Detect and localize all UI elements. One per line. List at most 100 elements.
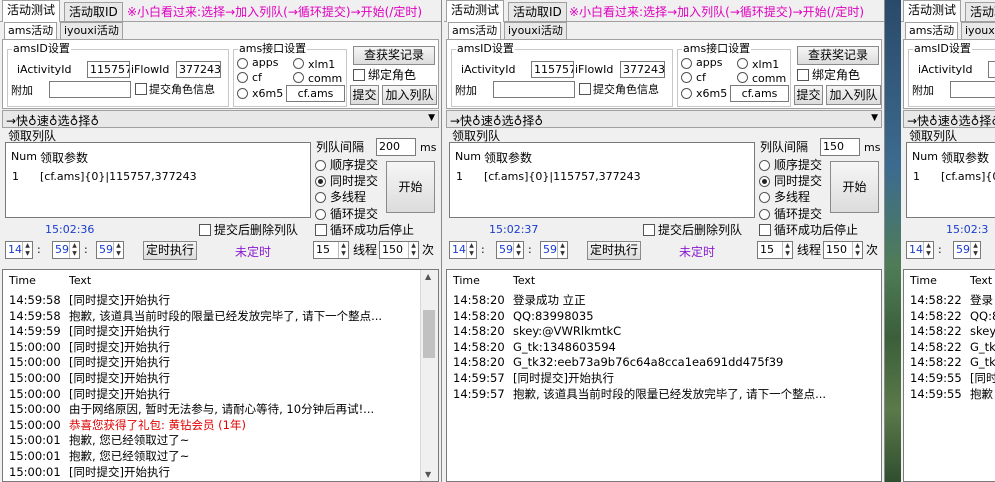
timed-run-button[interactable]: 定时执行 — [587, 241, 641, 260]
subtab-ams[interactable]: ams活动 — [4, 22, 58, 39]
query-records-button[interactable]: 查获奖记录 — [797, 46, 879, 65]
thread-count-spinner[interactable]: 150 ▲ ▼ — [379, 241, 419, 259]
radio-comm[interactable] — [737, 72, 748, 83]
timer-second-spinner[interactable]: 59 ▲ ▼ — [96, 241, 124, 259]
radio-cf[interactable] — [237, 72, 248, 83]
timer-second-spinner[interactable]: 59 ▲ ▼ — [540, 241, 568, 259]
bind-role-checkbox[interactable] — [353, 69, 365, 81]
stop-after-loop-checkbox[interactable] — [315, 224, 327, 236]
delete-after-submit-checkbox[interactable] — [199, 224, 211, 236]
spinner-arrows-icon[interactable]: ▲ ▼ — [22, 242, 32, 258]
iactivityid-input[interactable]: 115757 — [87, 61, 130, 78]
quick-select-dropdown[interactable]: →快♁速♁选♁择♁ — [903, 110, 995, 128]
start-button[interactable]: 开始 — [386, 161, 435, 213]
radio-comm[interactable] — [293, 72, 304, 83]
subtab-iyouxi[interactable]: iyouxi活动 — [961, 22, 995, 39]
log-list[interactable]: Time Text 14:59:58 [同时提交]开始执行 14:59:58 抱歉, … — [2, 269, 439, 482]
timer-minute-spinner[interactable]: 59 ▲ ▼ — [953, 241, 981, 259]
spinner-arrows-icon[interactable]: ▲ ▼ — [113, 242, 123, 258]
spinner-arrows-icon[interactable]: ▲ ▼ — [513, 242, 523, 258]
submit-role-info-checkbox[interactable] — [135, 83, 147, 95]
subtab-iyouxi[interactable]: iyouxi活动 — [60, 22, 123, 39]
radio-loop[interactable] — [759, 209, 770, 220]
loop-count-spinner[interactable]: 15 ▲ ▼ — [313, 241, 349, 259]
submit-button[interactable]: 提交 — [350, 85, 379, 105]
radio-apps[interactable] — [237, 58, 248, 69]
tab-fetch-id[interactable]: 活动取ID — [64, 2, 123, 21]
tab-activity-test[interactable]: 活动测试 — [446, 0, 505, 22]
scrollbar-thumb[interactable] — [423, 310, 435, 358]
queue-row-param[interactable]: [cf.ams]{0}|115757,377243 — [484, 170, 641, 183]
log-list[interactable]: Time Text 14:58:20 登录成功 立正 14:58:20 QQ:8399… — [446, 269, 882, 482]
bind-role-checkbox[interactable] — [797, 69, 809, 81]
spinner-arrows-icon[interactable]: ▲ ▼ — [782, 242, 792, 258]
timer-hour-spinner[interactable]: 14 ▲ ▼ — [906, 241, 934, 259]
radio-loop[interactable] — [315, 209, 326, 220]
timed-run-button[interactable]: 定时执行 — [143, 241, 197, 260]
add-queue-button[interactable]: 加入列队 — [382, 85, 437, 105]
spinner-arrows-icon[interactable]: ▲ ▼ — [923, 242, 933, 258]
iactivityid-input[interactable] — [988, 61, 995, 78]
scroll-down-icon[interactable]: ▼ — [425, 470, 431, 479]
extra-input[interactable] — [950, 81, 995, 98]
radio-x6m5[interactable] — [681, 88, 692, 99]
radio-multithread[interactable] — [759, 192, 770, 203]
queue-list[interactable]: Num 领取参数 1 [cf.ams]{0}|115757,377243 — [449, 142, 755, 218]
radio-x6m5[interactable] — [237, 88, 248, 99]
timer-minute-spinner[interactable]: 59 ▲ ▼ — [52, 241, 80, 259]
queue-interval-input[interactable]: 150 — [820, 138, 860, 156]
tab-fetch-id[interactable]: 活动取ID — [965, 2, 995, 21]
extra-input[interactable] — [493, 81, 575, 98]
timer-hour-spinner[interactable]: 14 ▲ ▼ — [449, 241, 477, 259]
spinner-arrows-icon[interactable]: ▲ ▼ — [852, 242, 862, 258]
subtab-ams[interactable]: ams活动 — [905, 22, 959, 39]
radio-apps[interactable] — [681, 58, 692, 69]
queue-list[interactable]: Num 领取参数 1 [cf.ams]{0}|115757,377243 — [906, 142, 995, 218]
log-scrollbar[interactable]: ▲ ▼ — [420, 270, 438, 481]
extra-input[interactable] — [49, 81, 131, 98]
start-button[interactable]: 开始 — [830, 161, 879, 213]
subtab-iyouxi[interactable]: iyouxi活动 — [504, 22, 567, 39]
timer-minute-spinner[interactable]: 59 ▲ ▼ — [496, 241, 524, 259]
quick-select-dropdown[interactable]: →快♁速♁选♁择♁ ▼ — [446, 110, 882, 128]
loop-count-spinner[interactable]: 15 ▲ ▼ — [757, 241, 793, 259]
tab-activity-test[interactable]: 活动测试 — [903, 0, 962, 22]
iactivityid-input[interactable]: 115757 — [531, 61, 574, 78]
add-queue-button[interactable]: 加入列队 — [826, 85, 881, 105]
radio-xlm1[interactable] — [737, 58, 748, 69]
queue-row-param[interactable]: [cf.ams]{0}|115757,377243 — [941, 170, 995, 183]
delete-after-submit-checkbox[interactable] — [643, 224, 655, 236]
spinner-arrows-icon[interactable]: ▲ ▼ — [69, 242, 79, 258]
submit-button[interactable]: 提交 — [794, 85, 823, 105]
timer-hour-spinner[interactable]: 14 ▲ ▼ — [5, 241, 33, 259]
radio-simultaneous[interactable] — [315, 176, 326, 187]
radio-sequential[interactable] — [315, 160, 326, 171]
subtab-ams[interactable]: ams活动 — [448, 22, 502, 39]
spinner-arrows-icon[interactable]: ▲ ▼ — [466, 242, 476, 258]
iflowid-input[interactable]: 377243 — [176, 61, 221, 78]
tab-fetch-id[interactable]: 活动取ID — [508, 2, 567, 21]
scroll-up-icon[interactable]: ▲ — [425, 272, 431, 281]
radio-cf[interactable] — [681, 72, 692, 83]
api-value-input[interactable]: cf.ams — [286, 85, 345, 102]
thread-count-spinner[interactable]: 150 ▲ ▼ — [823, 241, 863, 259]
query-records-button[interactable]: 查获奖记录 — [353, 46, 435, 65]
log-list[interactable]: Time Text 14:58:22 登录 14:58:22 QQ:8 14:58:22… — [903, 269, 995, 482]
radio-multithread[interactable] — [315, 192, 326, 203]
tab-activity-test[interactable]: 活动测试 — [2, 0, 61, 22]
quick-select-dropdown[interactable]: →快♁速♁选♁择♁ ▼ — [2, 110, 439, 128]
radio-xlm1[interactable] — [293, 58, 304, 69]
spinner-arrows-icon[interactable]: ▲ ▼ — [557, 242, 567, 258]
api-value-input[interactable]: cf.ams — [730, 85, 789, 102]
spinner-arrows-icon[interactable]: ▲ ▼ — [338, 242, 348, 258]
spinner-arrows-icon[interactable]: ▲ ▼ — [970, 242, 980, 258]
spinner-arrows-icon[interactable]: ▲ ▼ — [408, 242, 418, 258]
radio-simultaneous[interactable] — [759, 176, 770, 187]
queue-row-param[interactable]: [cf.ams]{0}|115757,377243 — [40, 170, 197, 183]
submit-role-info-checkbox[interactable] — [579, 83, 591, 95]
iflowid-input[interactable]: 377243 — [620, 61, 665, 78]
queue-interval-input[interactable]: 200 — [376, 138, 416, 156]
stop-after-loop-checkbox[interactable] — [759, 224, 771, 236]
radio-sequential[interactable] — [759, 160, 770, 171]
queue-list[interactable]: Num 领取参数 1 [cf.ams]{0}|115757,377243 — [5, 142, 311, 218]
